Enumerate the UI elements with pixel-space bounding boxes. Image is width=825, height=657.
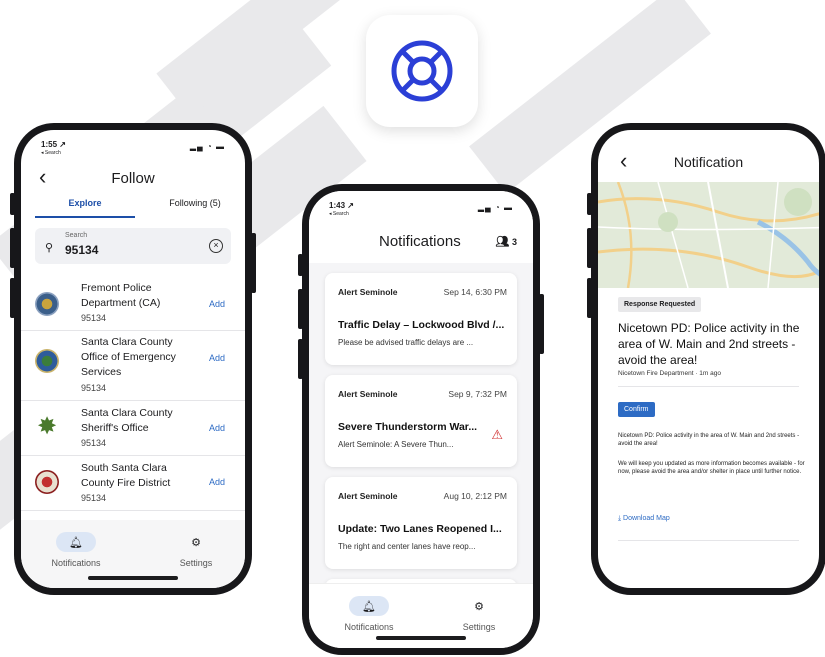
map-image[interactable] bbox=[598, 182, 819, 288]
result-zip: 95134 bbox=[81, 438, 107, 448]
phone-detail: ‹ Notification Response Requested Niceto… bbox=[587, 123, 825, 595]
result-zip: 95134 bbox=[81, 493, 107, 503]
alert-headline: Nicetown PD: Police activity in the area… bbox=[618, 321, 800, 367]
list-item[interactable]: Santa Clara County Office of Emergency S… bbox=[21, 331, 245, 401]
card-source: Alert Seminole bbox=[338, 491, 398, 501]
card-headline: Severe Thunderstorm War... bbox=[338, 421, 478, 433]
status-bar: 1:43 ↗ ◂ Search bbox=[329, 201, 354, 219]
tab-settings[interactable]: ⚙ Settings bbox=[444, 596, 514, 633]
tab-notifications-label: Notifications bbox=[344, 622, 394, 632]
tab-notifications[interactable]: 🔔︎ Notifications bbox=[334, 596, 404, 632]
warning-icon: ⚠ bbox=[491, 427, 503, 442]
bell-icon: 🔔︎ bbox=[349, 596, 389, 616]
status-time: 1:55 ↗ bbox=[41, 140, 66, 149]
active-tab-indicator bbox=[35, 216, 135, 218]
police-badge-icon bbox=[35, 292, 59, 316]
card-body: Alert Seminole: A Severe Thun... bbox=[338, 440, 454, 449]
add-button[interactable]: Add bbox=[209, 299, 225, 309]
map-graphic bbox=[598, 182, 819, 288]
page-title: Follow bbox=[111, 170, 155, 187]
notification-card[interactable]: Alert Seminole Sep 9, 7:32 PM Severe Thu… bbox=[325, 375, 517, 467]
add-button[interactable]: Add bbox=[209, 477, 225, 487]
detail-screen: ‹ Notification Response Requested Niceto… bbox=[598, 130, 819, 588]
list-item[interactable]: Fremont Police Department (CA) 95134 Add bbox=[21, 276, 245, 331]
card-body: The right and center lanes have reop... bbox=[338, 542, 476, 551]
alert-meta: Nicetown Fire Department · 1m ago bbox=[618, 370, 721, 377]
card-source: Alert Seminole bbox=[338, 389, 398, 399]
search-value[interactable]: 95134 bbox=[65, 243, 98, 257]
notification-card[interactable]: Alert Seminole Sep 14, 6:30 PM Traffic D… bbox=[325, 273, 517, 365]
search-label: Search bbox=[65, 232, 88, 239]
download-map-link[interactable]: ⤓ Download Map bbox=[618, 515, 670, 523]
card-date: Aug 10, 2:12 PM bbox=[443, 491, 507, 501]
card-date: Sep 9, 7:32 PM bbox=[448, 389, 507, 399]
status-time: 1:43 ↗ bbox=[329, 201, 354, 210]
clear-search-icon[interactable]: × bbox=[209, 239, 223, 253]
people-icon: 👥︎ bbox=[495, 236, 510, 248]
result-name: Santa Clara County Office of Emergency S… bbox=[81, 336, 176, 378]
tab-following[interactable]: Following (5) bbox=[145, 198, 245, 208]
result-name: South Santa Clara County Fire District bbox=[81, 462, 171, 489]
follow-screen: 1:55 ↗ ◂ Search ▂▄ ◔ ▬ ‹ Follow Explore F… bbox=[21, 130, 245, 588]
home-indicator bbox=[376, 636, 466, 640]
tab-settings[interactable]: ⚙ Settings bbox=[161, 532, 231, 569]
add-button[interactable]: Add bbox=[209, 423, 225, 433]
status-icons: ▂▄ ◔ ▬ bbox=[477, 203, 513, 212]
confirm-button[interactable]: Confirm bbox=[618, 402, 655, 417]
app-icon bbox=[366, 15, 478, 127]
back-to-search-link[interactable]: ◂ Search bbox=[329, 210, 354, 219]
phone-notifications: 1:43 ↗ ◂ Search ▂▄ ◔ ▬ Notifications 👥︎ 3… bbox=[298, 184, 544, 655]
sheriff-star-icon: ✸ bbox=[36, 413, 58, 440]
home-indicator bbox=[88, 576, 178, 580]
card-source: Alert Seminole bbox=[338, 287, 398, 297]
tab-settings-label: Settings bbox=[179, 558, 213, 568]
list-item[interactable]: ✸ Santa Clara County Sheriff's Office 95… bbox=[21, 401, 245, 456]
status-icons: ▂▄ ◔ ▬ bbox=[189, 142, 225, 151]
back-to-search-link[interactable]: ◂ Search bbox=[41, 149, 66, 158]
result-name: Santa Clara County Sheriff's Office bbox=[81, 407, 173, 434]
status-badge: Response Requested bbox=[618, 297, 702, 312]
search-input[interactable]: ⚲ Search 95134 × bbox=[35, 228, 231, 264]
add-button[interactable]: Add bbox=[209, 353, 225, 363]
tab-notifications[interactable]: 🔔︎ Notifications bbox=[41, 532, 111, 568]
result-zip: 95134 bbox=[81, 383, 107, 393]
tab-explore[interactable]: Explore bbox=[35, 198, 135, 208]
search-icon: ⚲ bbox=[45, 242, 54, 254]
card-body: Please be advised traffic delays are ... bbox=[338, 338, 474, 347]
gear-icon: ⚙ bbox=[474, 600, 484, 613]
page-title: Notification bbox=[673, 154, 744, 170]
list-item[interactable]: South Santa Clara County Fire District 9… bbox=[21, 456, 245, 511]
phone-follow: 1:55 ↗ ◂ Search ▂▄ ◔ ▬ ‹ Follow Explore F… bbox=[10, 123, 256, 595]
tab-settings-label: Settings bbox=[462, 622, 496, 632]
card-headline: Update: Two Lanes Reopened I... bbox=[338, 523, 502, 535]
divider bbox=[618, 386, 799, 387]
result-name: Fremont Police Department (CA) bbox=[81, 282, 161, 309]
bell-icon: 🔔︎ bbox=[56, 532, 96, 552]
divider bbox=[618, 540, 799, 541]
fire-district-icon bbox=[35, 470, 59, 494]
tab-notifications-label: Notifications bbox=[51, 558, 101, 568]
groups-button[interactable]: 👥︎ 3 bbox=[496, 235, 518, 248]
card-headline: Traffic Delay – Lockwood Blvd /... bbox=[338, 319, 505, 331]
notifications-screen: 1:43 ↗ ◂ Search ▂▄ ◔ ▬ Notifications 👥︎ 3… bbox=[309, 191, 533, 648]
county-seal-icon bbox=[35, 349, 59, 373]
page-title: Notifications bbox=[379, 233, 461, 250]
segmented-tabs: Explore Following (5) bbox=[21, 192, 245, 218]
alert-body-1: Nicetown PD: Police activity in the area… bbox=[618, 433, 800, 447]
status-bar: 1:55 ↗ ◂ Search bbox=[41, 140, 66, 158]
lifebuoy-icon bbox=[391, 40, 453, 102]
result-zip: 95134 bbox=[81, 313, 107, 323]
groups-count: 3 bbox=[511, 237, 517, 247]
card-date: Sep 14, 6:30 PM bbox=[443, 287, 507, 297]
alert-body-2: We will keep you updated as more informa… bbox=[618, 461, 805, 475]
notification-card[interactable]: Alert Seminole Aug 10, 2:12 PM Update: T… bbox=[325, 477, 517, 569]
gear-icon: ⚙ bbox=[191, 536, 201, 549]
